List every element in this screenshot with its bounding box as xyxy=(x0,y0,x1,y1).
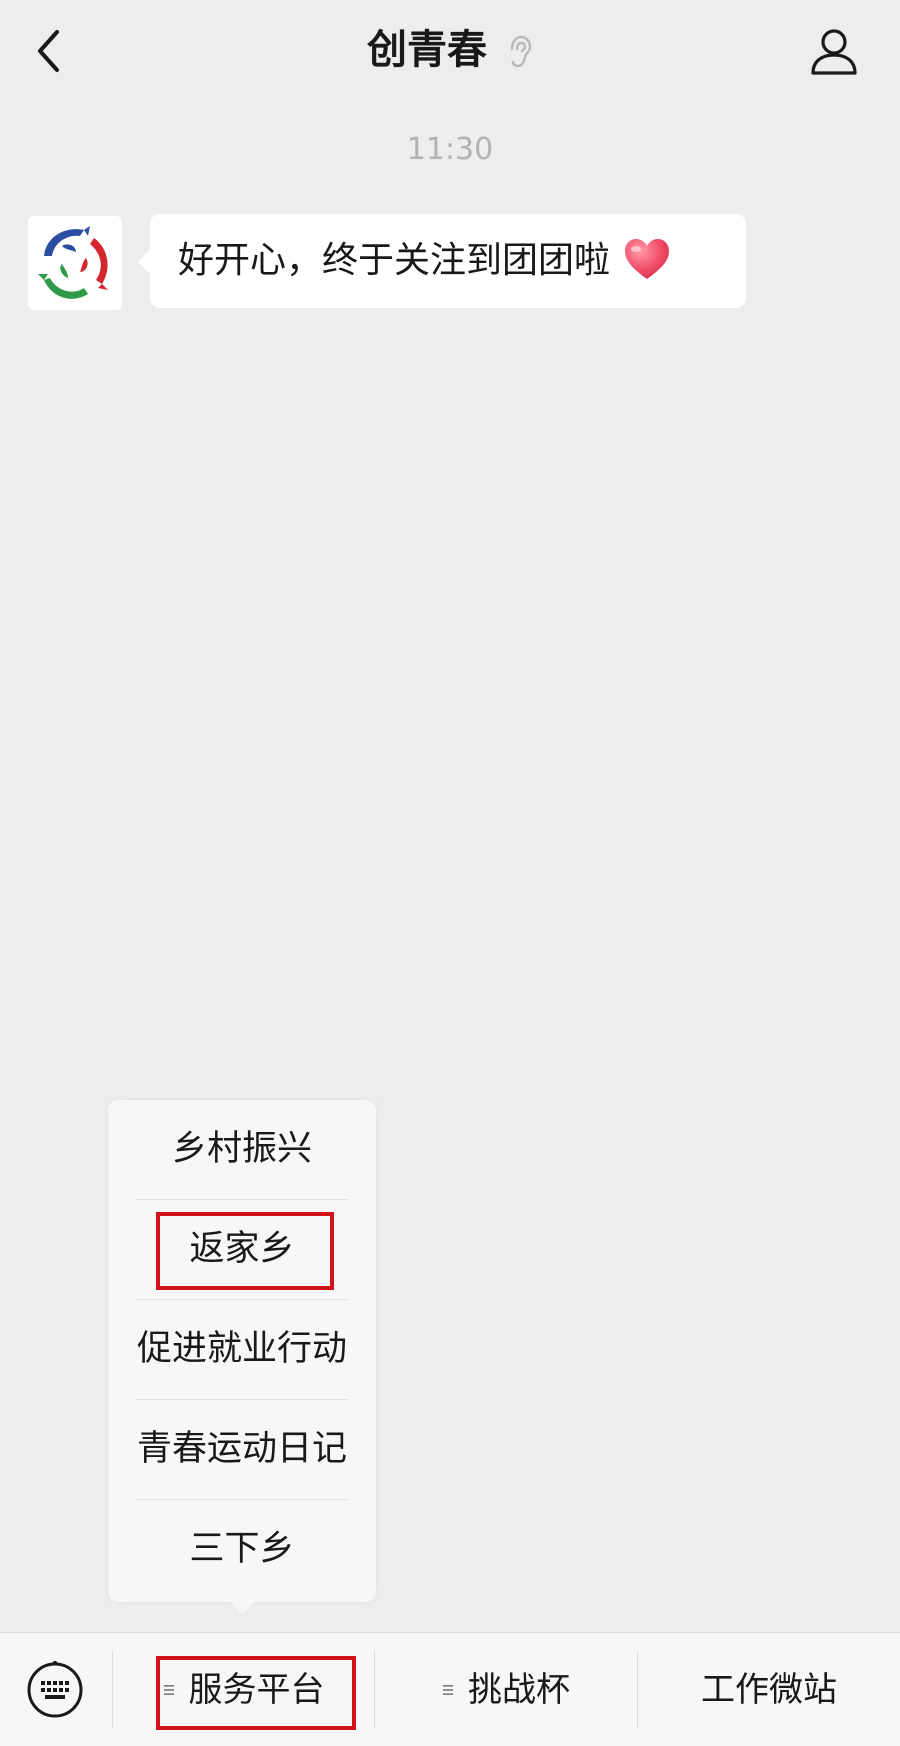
heart-icon xyxy=(625,239,670,279)
menu-lines-icon xyxy=(163,1684,174,1695)
ear-icon xyxy=(510,35,532,68)
submenu-item-youth-sports-diary[interactable]: 青春运动日记 xyxy=(108,1400,376,1499)
submenu-popup: 乡村振兴 返家乡 促进就业行动 青春运动日记 三下乡 xyxy=(108,1100,376,1614)
keyboard-icon xyxy=(27,1661,83,1718)
keyboard-toggle-button[interactable] xyxy=(0,1633,112,1746)
menu-lines-icon xyxy=(443,1684,453,1695)
chat-info-button[interactable] xyxy=(810,26,858,76)
message-timestamp: 11:30 xyxy=(406,132,494,167)
top-navigation-bar: 创青春 xyxy=(0,0,900,100)
submenu-item-three-to-countryside[interactable]: 三下乡 xyxy=(108,1500,376,1599)
logo-icon xyxy=(38,226,108,299)
menu-button-challenge-cup[interactable]: 挑战杯 xyxy=(375,1633,637,1746)
chat-title-container: 创青春 xyxy=(0,22,900,78)
menu-button-label: 服务平台 xyxy=(188,1670,325,1710)
bottom-menu-bar: 服务平台 挑战杯 工作微站 xyxy=(0,1632,900,1746)
submenu-item-employment-action[interactable]: 促进就业行动 xyxy=(108,1300,376,1399)
message-bubble[interactable]: 好开心，终于关注到团团啦 xyxy=(138,214,746,308)
menu-button-label: 工作微站 xyxy=(701,1670,837,1710)
chat-title: 创青春 xyxy=(367,27,488,73)
menu-button-service-platform[interactable]: 服务平台 xyxy=(113,1633,374,1746)
menu-button-label: 挑战杯 xyxy=(468,1670,570,1710)
submenu-item-rural-revitalization[interactable]: 乡村振兴 xyxy=(108,1100,376,1199)
menu-button-work-microsite[interactable]: 工作微站 xyxy=(638,1633,900,1746)
message-text: 好开心，终于关注到团团啦 xyxy=(178,240,611,281)
official-account-avatar[interactable] xyxy=(28,216,122,310)
submenu-item-return-hometown[interactable]: 返家乡 xyxy=(108,1200,376,1299)
person-icon xyxy=(811,29,857,75)
